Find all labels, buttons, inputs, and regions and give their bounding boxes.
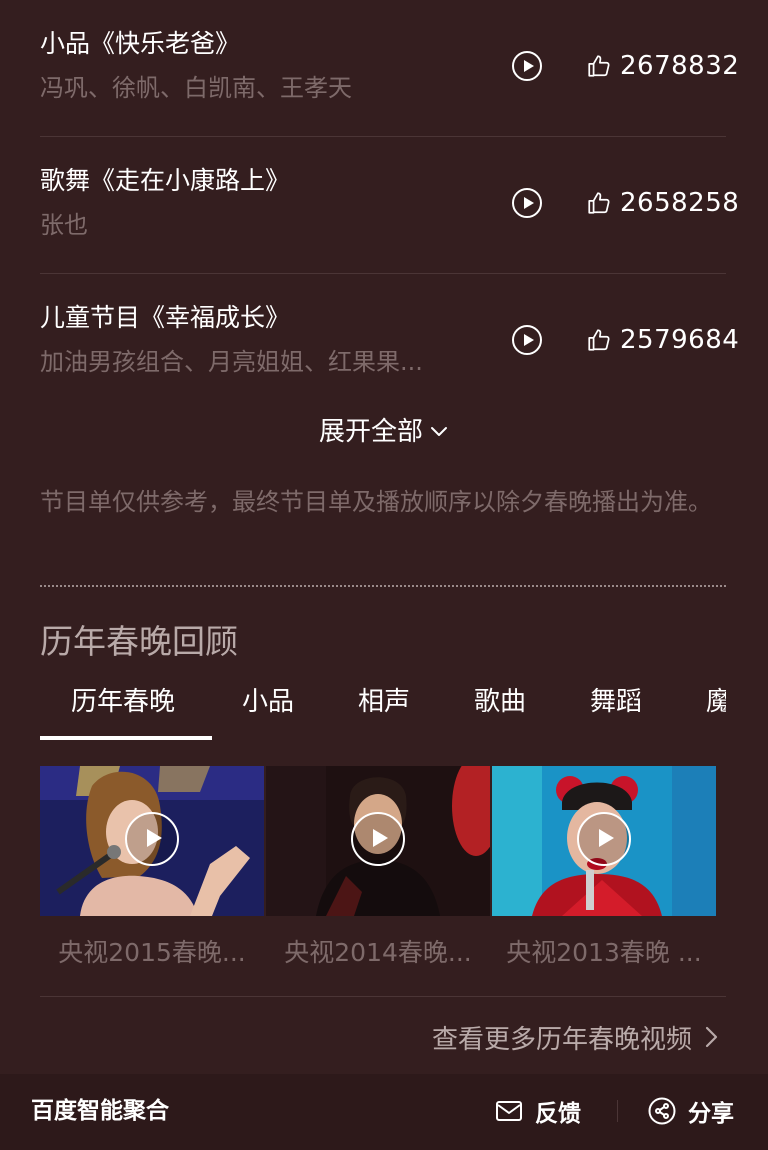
chevron-right-icon: [705, 1026, 718, 1048]
play-circle-icon[interactable]: [512, 325, 542, 355]
tab-magic[interactable]: 魔: [706, 684, 726, 720]
video-card[interactable]: [266, 766, 490, 916]
thumbs-up-icon: [588, 55, 610, 77]
dotted-divider: [40, 585, 726, 587]
footer-bar: 百度智能聚合 反馈 分享: [0, 1074, 768, 1150]
play-circle-icon: [351, 812, 405, 866]
play-circle-icon[interactable]: [512, 51, 542, 81]
like-count: 2579684: [620, 325, 740, 355]
feedback-button[interactable]: 反馈: [495, 1094, 581, 1128]
view-more-label: 查看更多历年春晚视频: [431, 1024, 692, 1055]
tab-dance[interactable]: 舞蹈: [590, 684, 642, 720]
program-notice: 节目单仅供参考，最终节目单及播放顺序以除夕春晚播出为准。: [40, 488, 712, 516]
like-button[interactable]: 2678832: [586, 50, 739, 82]
tab-sketch[interactable]: 小品: [242, 684, 294, 720]
like-button[interactable]: 2579684: [586, 324, 739, 356]
program-title[interactable]: 歌舞《走在小康路上》: [40, 165, 290, 197]
like-button[interactable]: 2658258: [586, 187, 739, 219]
video-caption[interactable]: 央视2013春晚 ...: [492, 936, 716, 970]
program-performers: 张也: [40, 211, 88, 239]
thumbs-up-icon: [588, 192, 610, 214]
video-card[interactable]: [40, 766, 264, 916]
divider: [40, 996, 726, 997]
envelope-icon: [496, 1101, 522, 1121]
expand-all-button[interactable]: 展开全部: [0, 414, 768, 450]
section-title: 历年春晚回顾: [40, 622, 238, 661]
program-item[interactable]: 小品《快乐老爸》 冯巩、徐帆、白凯南、王孝天 2678832: [40, 0, 739, 137]
category-tabs: 历年春晚 小品 相声 歌曲 舞蹈 魔: [40, 676, 726, 740]
expand-all-label: 展开全部: [318, 417, 423, 447]
feedback-label: 反馈: [535, 1101, 581, 1127]
program-title[interactable]: 儿童节目《幸福成长》: [40, 302, 290, 334]
play-circle-icon[interactable]: [512, 188, 542, 218]
play-circle-icon: [577, 812, 631, 866]
thumbs-up-icon: [588, 329, 610, 351]
program-item[interactable]: 歌舞《走在小康路上》 张也 2658258: [40, 137, 739, 274]
program-item[interactable]: 儿童节目《幸福成长》 加油男孩组合、月亮姐姐、红果果... 2579684: [40, 274, 739, 411]
video-caption[interactable]: 央视2014春晚...: [266, 936, 490, 970]
video-carousel: [40, 766, 718, 916]
tab-crosstalk[interactable]: 相声: [358, 684, 410, 720]
program-performers: 加油男孩组合、月亮姐姐、红果果...: [40, 348, 423, 376]
brand-label: 百度智能聚合: [31, 1098, 169, 1124]
chevron-down-icon: [431, 427, 447, 436]
tab-songs[interactable]: 歌曲: [474, 684, 526, 720]
video-caption[interactable]: 央视2015春晚...: [40, 936, 264, 970]
view-more-link[interactable]: 查看更多历年春晚视频: [432, 1018, 720, 1056]
like-count: 2678832: [620, 51, 740, 81]
like-count: 2658258: [620, 188, 740, 218]
share-icon: [648, 1097, 676, 1125]
share-label: 分享: [688, 1101, 734, 1127]
divider: [617, 1100, 618, 1122]
program-title[interactable]: 小品《快乐老爸》: [40, 28, 240, 60]
tab-gala-years[interactable]: 历年春晚: [71, 684, 175, 720]
active-tab-indicator: [40, 736, 212, 740]
share-button[interactable]: 分享: [648, 1094, 734, 1128]
program-performers: 冯巩、徐帆、白凯南、王孝天: [40, 74, 352, 102]
play-circle-icon: [125, 812, 179, 866]
video-card[interactable]: [492, 766, 716, 916]
